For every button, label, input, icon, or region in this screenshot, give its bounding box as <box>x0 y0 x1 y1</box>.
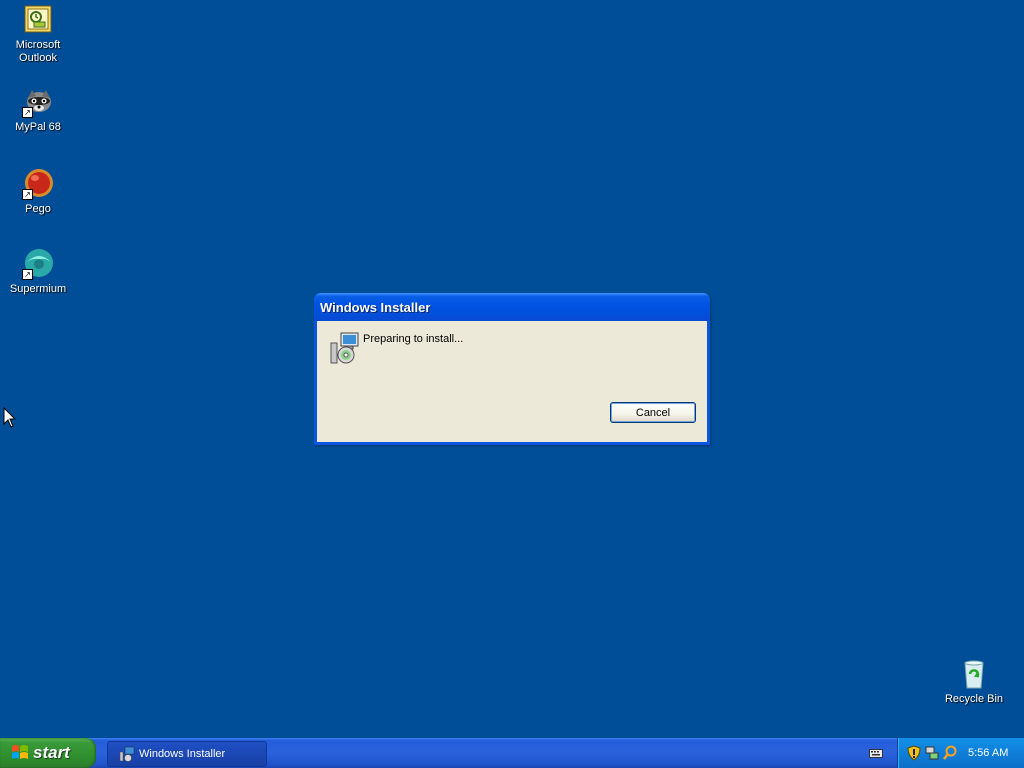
dialog-message: Preparing to install... <box>363 333 464 345</box>
raccoon-icon: ↗ <box>22 86 54 118</box>
supermium-icon: ↗ <box>22 248 54 280</box>
windows-installer-dialog: Windows Installer Preparing to install..… <box>314 293 710 445</box>
taskbar: start Windows Installer 5:56 AM <box>0 738 1024 768</box>
taskbar-item-windows-installer[interactable]: Windows Installer <box>107 741 267 767</box>
security-shield-icon[interactable] <box>906 745 922 761</box>
desktop-icon-label: Recycle Bin <box>944 693 1004 705</box>
clock[interactable]: 5:56 AM <box>968 747 1008 759</box>
outlook-icon <box>22 4 54 36</box>
desktop-icon-recycle-bin[interactable]: Recycle Bin <box>936 658 1012 706</box>
shortcut-arrow-icon: ↗ <box>22 189 33 200</box>
installer-icon <box>328 331 362 365</box>
desktop-icon-pego[interactable]: ↗ Pego <box>0 168 76 216</box>
desktop-icon-label: MyPal 68 <box>15 121 61 133</box>
desktop-icon-label: Microsoft Outlook <box>15 39 61 64</box>
system-tray: 5:56 AM <box>897 738 1024 768</box>
pego-icon: ↗ <box>22 168 54 200</box>
cancel-button[interactable]: Cancel <box>610 402 696 423</box>
desktop: Microsoft Outlook ↗ MyPal 68 ↗ Pego ↗ Su… <box>0 0 1024 738</box>
desktop-icon-mypal[interactable]: ↗ MyPal 68 <box>0 86 76 134</box>
installer-icon <box>119 746 135 762</box>
desktop-icon-microsoft-outlook[interactable]: Microsoft Outlook <box>0 4 76 65</box>
dialog-titlebar[interactable]: Windows Installer <box>314 293 710 321</box>
mouse-cursor-icon <box>3 407 17 428</box>
desktop-icon-label: Pego <box>25 203 51 215</box>
desktop-icon-label: Supermium <box>9 283 67 295</box>
start-label: start <box>33 743 70 762</box>
keyboard-icon[interactable] <box>869 749 883 758</box>
search-icon[interactable] <box>942 745 958 761</box>
shortcut-arrow-icon: ↗ <box>22 269 33 280</box>
recycle-bin-icon <box>958 658 990 690</box>
desktop-icon-supermium[interactable]: ↗ Supermium <box>0 248 76 296</box>
network-icon[interactable] <box>924 745 940 761</box>
windows-flag-icon <box>12 745 28 759</box>
shortcut-arrow-icon: ↗ <box>22 107 33 118</box>
start-button[interactable]: start <box>0 738 96 768</box>
dialog-body: Preparing to install... Cancel <box>317 321 707 442</box>
dialog-title: Windows Installer <box>320 300 431 315</box>
taskbar-item-label: Windows Installer <box>139 748 226 760</box>
